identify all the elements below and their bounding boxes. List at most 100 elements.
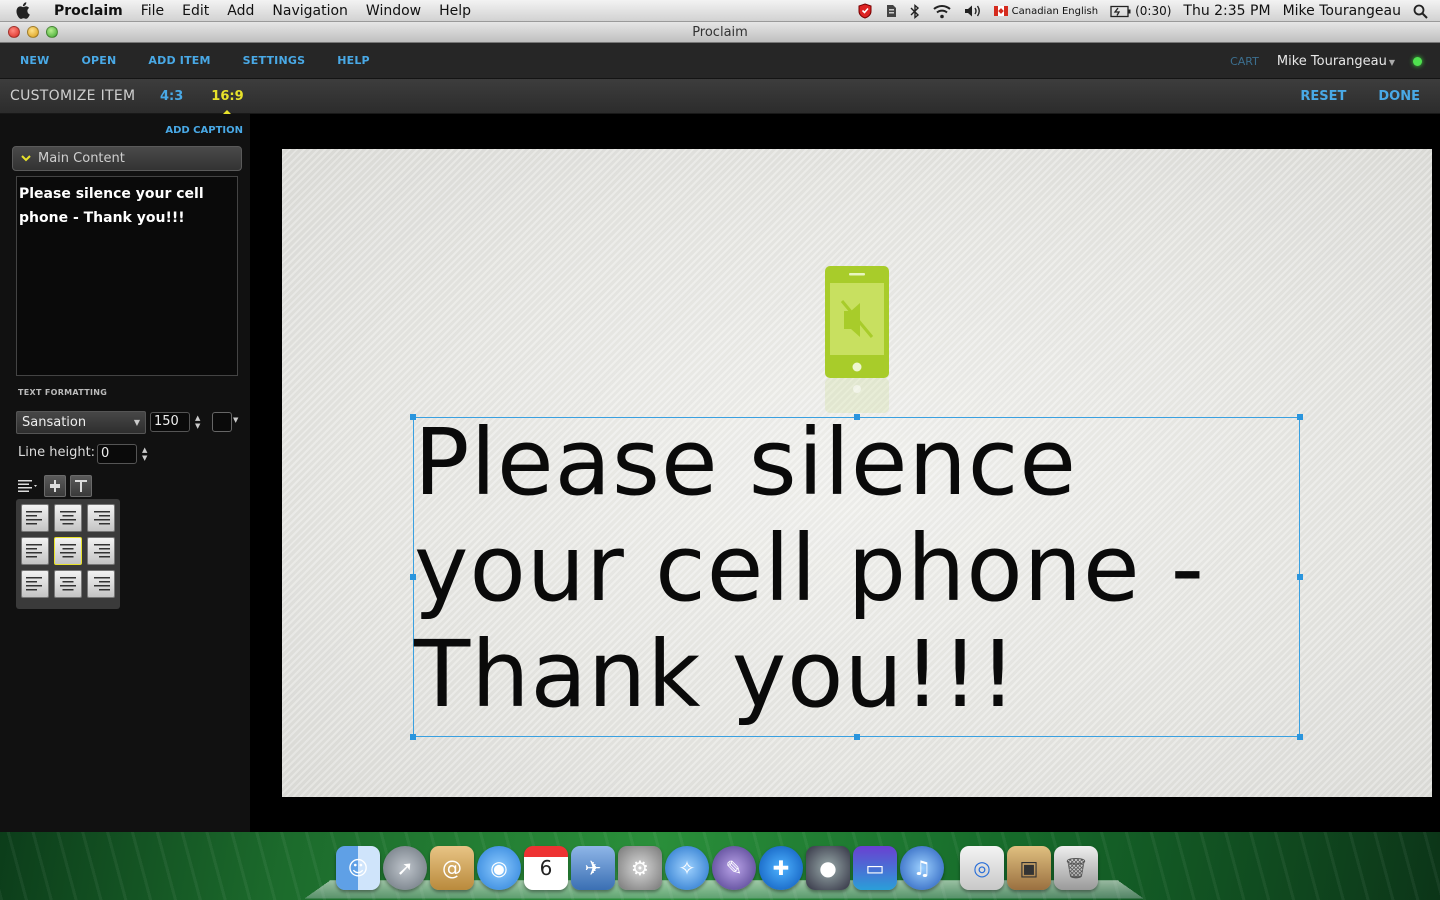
align-middle-center-button[interactable] [54,537,82,565]
user-menu[interactable]: Mike Tourangeau ▼ [1277,54,1395,69]
ical-icon[interactable]: 6 [524,846,568,890]
align-bottom-left-button[interactable] [21,570,49,598]
text-formatting-label: TEXT FORMATTING [18,388,108,397]
menubar-clock[interactable]: Thu 2:35 PM [1183,3,1270,19]
system-preferences-icon[interactable]: ⚙ [618,846,662,890]
font-size-input[interactable]: 150 [150,412,190,432]
chevron-down-icon [21,152,31,165]
resize-handle-top-left[interactable] [410,414,416,420]
menu-app-name[interactable]: Proclaim [44,3,132,19]
documents-stack-icon[interactable]: ▣ [1007,846,1051,890]
align-bottom-center-button[interactable] [54,570,82,598]
menu-edit[interactable]: Edit [173,3,218,19]
cart-button[interactable]: CART [1230,55,1259,68]
add-caption-button[interactable]: ADD CAPTION [165,125,243,136]
customize-item-bar: CUSTOMIZE ITEM 4:3 16:9 RESET DONE [0,79,1440,116]
volume-icon[interactable] [964,4,982,18]
font-family-value: Sansation [22,415,87,430]
done-button[interactable]: DONE [1378,89,1420,104]
line-height-input[interactable]: 0 [97,444,137,464]
evernote-icon[interactable] [884,3,898,19]
menu-window[interactable]: Window [357,3,430,19]
preview-icon[interactable]: ✈ [571,846,615,890]
distribute-vertical-icon[interactable] [44,475,66,497]
main-content-textarea[interactable]: Please silence your cell phone - Thank y… [16,176,238,376]
menu-navigation[interactable]: Navigation [263,3,357,19]
slide-preview-canvas[interactable]: Please silence your cell phone - Thank y… [282,149,1432,797]
line-height-label: Line height: [18,445,96,460]
input-source-indicator[interactable]: Canadian English [993,6,1098,17]
paragraph-align-menu-icon[interactable] [18,475,40,497]
line-height-stepper[interactable]: ▲ ▼ [142,446,147,462]
text-tool-icons [18,475,92,497]
photo-booth-icon[interactable]: ● [806,846,850,890]
aspect-ratio-4-3-tab[interactable]: 4:3 [160,89,183,104]
downloads-stack-icon[interactable]: ◎ [960,846,1004,890]
align-middle-right-button[interactable] [87,537,115,565]
new-button[interactable]: NEW [8,54,61,67]
align-bottom-right-button[interactable] [87,570,115,598]
menu-help[interactable]: Help [430,3,480,19]
battery-indicator[interactable]: (0:30) [1110,4,1171,18]
apple-menu-icon[interactable] [0,2,44,19]
menu-add[interactable]: Add [218,3,263,19]
align-center-icon [60,544,76,558]
align-left-icon [26,544,42,558]
muted-phone-icon[interactable] [824,265,890,419]
align-top-left-button[interactable] [21,504,49,532]
window-zoom-button[interactable] [46,26,58,38]
desktop-dock-area: ☺ ➚ @ ◉ 6 ✈ ⚙ ✧ ✎ ✚ ● ▭ ♫ ◎ ▣ 🗑 [0,832,1440,900]
shield-icon[interactable] [858,3,872,19]
settings-button[interactable]: SETTINGS [231,54,318,67]
launchpad-icon[interactable]: ➚ [383,846,427,890]
spotlight-search-icon[interactable] [1413,4,1428,19]
menu-file[interactable]: File [132,3,173,19]
proclaim-icon[interactable]: ✚ [759,846,803,890]
align-right-icon [94,511,110,525]
text-color-swatch[interactable] [212,412,232,432]
customize-item-heading: CUSTOMIZE ITEM [10,88,136,104]
finder-icon[interactable]: ☺ [336,846,380,890]
resize-handle-right[interactable] [1297,574,1303,580]
text-alignment-grid [16,499,120,609]
slide-caption-text[interactable]: Please silence your cell phone - Thank y… [414,410,1301,728]
wifi-icon[interactable] [932,4,952,19]
window-title-bar: Proclaim [0,22,1440,43]
facetime-icon[interactable]: ◉ [477,846,521,890]
script-editor-icon[interactable]: ✎ [712,846,756,890]
add-item-button[interactable]: ADD ITEM [136,54,222,67]
align-left-icon [26,511,42,525]
help-button[interactable]: HELP [325,54,382,67]
user-menu-label: Mike Tourangeau [1276,53,1387,69]
align-top-right-button[interactable] [87,504,115,532]
bluetooth-icon[interactable] [910,3,920,19]
aspect-ratio-16-9-tab[interactable]: 16:9 [211,89,244,116]
reset-button[interactable]: RESET [1300,89,1346,104]
window-close-button[interactable] [8,26,20,38]
trash-icon[interactable]: 🗑 [1054,846,1098,890]
itunes-icon[interactable]: ♫ [900,846,944,890]
color-caret-icon[interactable]: ▼ [233,416,238,424]
main-content-section-toggle[interactable]: Main Content [12,146,242,171]
safari-icon[interactable]: ✧ [665,846,709,890]
battery-time: (0:30) [1135,4,1172,18]
caption-text-box[interactable]: Please silence your cell phone - Thank y… [410,410,1303,740]
font-family-select[interactable]: Sansation ▼ [16,411,146,434]
resize-handle-top[interactable] [854,414,860,420]
canada-flag-icon [993,6,1008,16]
open-button[interactable]: OPEN [69,54,128,67]
align-middle-left-button[interactable] [21,537,49,565]
resize-handle-bottom[interactable] [854,734,860,740]
resize-handle-bottom-left[interactable] [410,734,416,740]
address-book-icon[interactable]: @ [430,846,474,890]
display-icon[interactable]: ▭ [853,846,897,890]
menubar-user-name[interactable]: Mike Tourangeau [1283,3,1401,19]
align-top-center-button[interactable] [54,504,82,532]
window-minimize-button[interactable] [27,26,39,38]
resize-handle-top-right[interactable] [1297,414,1303,420]
dock: ☺ ➚ @ ◉ 6 ✈ ⚙ ✧ ✎ ✚ ● ▭ ♫ ◎ ▣ 🗑 [336,840,1098,890]
font-size-stepper[interactable]: ▲ ▼ [195,414,200,430]
resize-handle-left[interactable] [410,574,416,580]
resize-handle-bottom-right[interactable] [1297,734,1303,740]
align-top-icon[interactable] [70,475,92,497]
